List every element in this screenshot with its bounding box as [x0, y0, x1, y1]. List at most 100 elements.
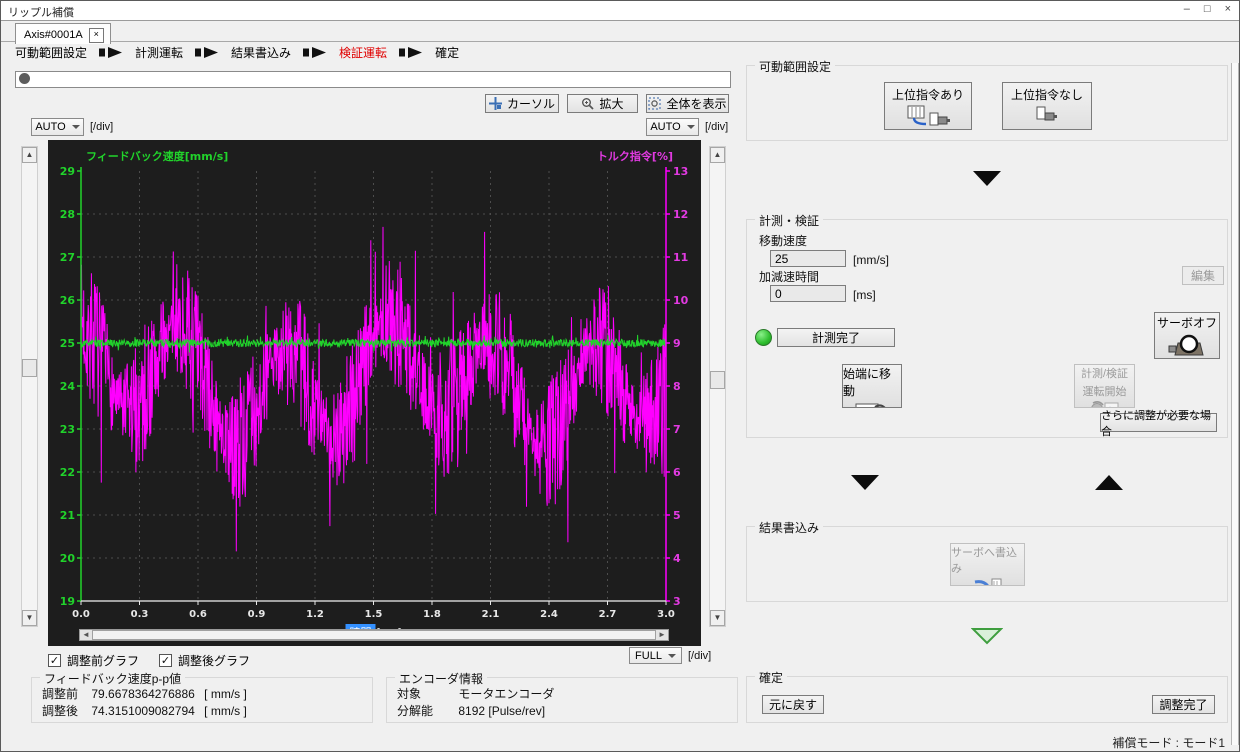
- step-confirm: 確定: [435, 46, 460, 60]
- step-arrow-icon: [303, 47, 327, 58]
- write-panel-title: 結果書込み: [755, 519, 824, 536]
- without-host-command-button[interactable]: 上位指令なし: [1002, 82, 1092, 130]
- svg-text:20: 20: [60, 552, 76, 565]
- more-adjust-button[interactable]: さらに調整が必要な場合: [1100, 410, 1217, 438]
- encoder-target-label: 対象: [397, 687, 422, 701]
- tab-close-icon[interactable]: ×: [88, 27, 104, 43]
- svg-text:19: 19: [60, 595, 75, 608]
- flow-arrow-down-icon: [973, 171, 1001, 186]
- before-graph-checkbox[interactable]: ✓: [48, 654, 61, 667]
- scroll-left-icon[interactable]: ◄: [80, 630, 92, 640]
- svg-text:2.1: 2.1: [482, 609, 500, 620]
- accel-input[interactable]: [770, 285, 846, 302]
- close-button[interactable]: ×: [1225, 3, 1231, 15]
- undo-button[interactable]: 元に戻す: [762, 695, 824, 714]
- svg-text:21: 21: [60, 509, 75, 522]
- svg-text:28: 28: [60, 208, 75, 221]
- adjust-done-button[interactable]: 調整完了: [1152, 695, 1215, 714]
- pp-after-value: 74.3151009082794: [91, 704, 195, 718]
- scroll-up-icon[interactable]: ▲: [22, 147, 37, 163]
- svg-text:1.8: 1.8: [423, 609, 441, 620]
- svg-text:25: 25: [60, 337, 75, 350]
- cursor-button[interactable]: カーソル: [485, 94, 559, 113]
- chevron-down-icon: [667, 653, 676, 658]
- pp-before-unit: [ mm/s ]: [204, 687, 247, 701]
- chart-canvas[interactable]: 29 28 27 26 25 24 23 22 21 20 19 13 12 11 10 9 8 7 6 5 4 3 0.0…: [48, 140, 701, 646]
- window-title: リップル補償: [8, 7, 74, 19]
- range-setting-panel: 可動範囲設定 上位指令あり 上位指令なし: [746, 58, 1228, 141]
- svg-text:4: 4: [673, 552, 681, 565]
- magnifier-icon: [582, 98, 595, 110]
- waveform-chart[interactable]: 29 28 27 26 25 24 23 22 21 20 19 13 12 11 10 9 8 7 6 5 4 3 0.0…: [48, 140, 701, 646]
- edit-button[interactable]: 編集: [1182, 266, 1224, 285]
- after-graph-checkbox[interactable]: ✓: [159, 654, 173, 667]
- move-start-icon: [855, 403, 886, 407]
- pp-before-label: 調整前: [42, 687, 79, 701]
- tab-axis0001a[interactable]: Axis#0001A ×: [15, 23, 111, 44]
- pp-after-unit: [ mm/s ]: [204, 704, 247, 718]
- confirm-panel-title: 確定: [755, 669, 788, 686]
- svg-text:0.0: 0.0: [72, 609, 90, 620]
- svg-text:7: 7: [673, 423, 681, 436]
- graph-h-scrollbar[interactable]: ◄ ►: [79, 629, 669, 641]
- breadcrumb: 可動範囲設定 計測運転 結果書込み 検証運転 確定: [15, 44, 459, 61]
- scrollbar-thumb[interactable]: [710, 371, 725, 389]
- measure-verify-panel: 計測・検証 移動速度 [mm/s] 編集 加減速時間 [ms] 計測完了 サーボ…: [746, 212, 1228, 438]
- accel-unit: [ms]: [853, 288, 876, 302]
- zoom-button[interactable]: 拡大: [567, 94, 638, 113]
- minimize-button[interactable]: –: [1184, 3, 1190, 15]
- with-host-command-button[interactable]: 上位指令あり: [884, 82, 972, 130]
- encoder-target-value: モータエンコーダ: [458, 687, 555, 701]
- scroll-up-icon[interactable]: ▲: [710, 147, 725, 163]
- scroll-right-icon[interactable]: ►: [656, 630, 668, 640]
- svg-text:2.4: 2.4: [540, 609, 558, 620]
- left-scale-unit: [/div]: [90, 121, 114, 133]
- measure-complete-button[interactable]: 計測完了: [777, 328, 895, 347]
- right-graph-scrollbar[interactable]: ▲ ▼: [709, 146, 726, 627]
- run-start-button[interactable]: 計測/検証 運転開始: [1074, 364, 1135, 408]
- speed-unit: [mm/s]: [853, 253, 889, 267]
- svg-text:フィードバック速度[mm/s]: フィードバック速度[mm/s]: [86, 149, 228, 163]
- svg-text:26: 26: [60, 294, 76, 307]
- write-to-servo-button[interactable]: サーボへ書込み: [950, 543, 1025, 586]
- chevron-down-icon: [71, 125, 80, 129]
- svg-text:2.7: 2.7: [599, 609, 617, 620]
- step-measure: 計測運転: [135, 46, 184, 60]
- scrollbar-thumb[interactable]: [22, 359, 37, 377]
- scrollbar-thumb[interactable]: [92, 630, 656, 640]
- svg-text:12: 12: [673, 208, 688, 221]
- bottom-scale-dropdown[interactable]: FULL: [629, 647, 682, 664]
- servo-off-button[interactable]: サーボオフ: [1154, 312, 1220, 359]
- svg-text:1.2: 1.2: [306, 609, 324, 620]
- panel-scrollbar[interactable]: [1231, 63, 1239, 745]
- pp-before-value: 79.6678364276886: [91, 687, 195, 701]
- step-arrow-icon: [399, 47, 423, 58]
- scroll-down-icon[interactable]: ▼: [710, 610, 725, 626]
- scroll-down-icon[interactable]: ▼: [22, 610, 37, 626]
- write-result-panel: 結果書込み サーボへ書込み: [746, 519, 1228, 602]
- before-graph-label: 調整前グラフ: [67, 654, 140, 668]
- fit-view-icon: [648, 97, 662, 110]
- svg-text:27: 27: [60, 251, 75, 264]
- encoder-panel: エンコーダ情報 対象 モータエンコーダ 分解能 8192 [Pulse/rev]: [386, 670, 738, 723]
- chevron-down-icon: [686, 125, 695, 129]
- show-all-button[interactable]: 全体を表示: [646, 94, 729, 113]
- left-scale-dropdown[interactable]: AUTO: [31, 118, 84, 136]
- svg-text:9: 9: [673, 337, 681, 350]
- progress-indicator: [19, 73, 30, 84]
- svg-text:3.0: 3.0: [657, 609, 675, 620]
- accel-label: 加減速時間: [759, 270, 820, 284]
- right-scale-dropdown[interactable]: AUTO: [646, 118, 699, 136]
- speed-input[interactable]: [770, 250, 846, 267]
- svg-text:トルク指令[%]: トルク指令[%]: [597, 149, 673, 163]
- left-graph-scrollbar[interactable]: ▲ ▼: [21, 146, 38, 627]
- speed-label: 移動速度: [759, 234, 808, 248]
- svg-text:22: 22: [60, 466, 75, 479]
- svg-text:10: 10: [673, 294, 689, 307]
- maximize-button[interactable]: □: [1204, 3, 1211, 15]
- move-to-start-button[interactable]: 始端に移動: [842, 364, 902, 408]
- status-led: [755, 329, 772, 346]
- svg-text:11: 11: [673, 251, 688, 264]
- tab-strip: [1, 41, 1239, 42]
- flow-arrow-up-icon: [1095, 475, 1123, 490]
